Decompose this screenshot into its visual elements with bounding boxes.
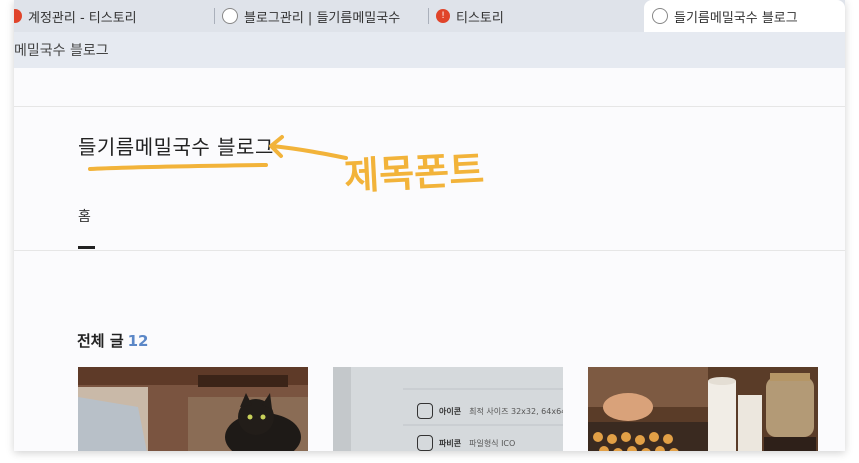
document-row: 파비콘 파일형식 ICO (417, 435, 515, 451)
tab-separator (428, 8, 429, 24)
tab-account[interactable]: 계정관리 - 티스토리 (14, 0, 214, 32)
annotation-label: 제목폰트 (343, 146, 486, 199)
cat-laptop-photo (78, 367, 308, 451)
address-text: 메밀국수 블로그 (14, 43, 109, 59)
tab-label: 블로그관리 | 들기름메밀국수 (244, 10, 401, 26)
tab-blog-active[interactable]: 들기름메밀국수 블로그 (644, 0, 845, 32)
tab-separator (214, 8, 215, 24)
blog-title[interactable]: 들기름메밀국수 블로그 (78, 131, 274, 160)
posts-count: 12 (127, 332, 149, 350)
bakery-photo (588, 367, 818, 451)
annotation-underline (88, 163, 268, 171)
nav-divider (14, 250, 845, 251)
tab-label: 들기름메밀국수 블로그 (674, 10, 798, 26)
document-row-label: 파비콘 (439, 438, 462, 448)
tab-blog-admin[interactable]: 블로그관리 | 들기름메밀국수 (222, 0, 422, 32)
tab-tistory[interactable]: ! 티스토리 (436, 0, 636, 32)
dog-face-icon (417, 403, 433, 419)
tistory-icon (14, 9, 22, 23)
document-row: 아이콘 최적 사이즈 32x32, 64x64 / 파일 (417, 403, 563, 419)
annotation-arrow-icon (269, 135, 348, 160)
document-row-label: 아이콘 (439, 406, 462, 416)
dog-face-icon (417, 435, 433, 451)
document-row-desc: 최적 사이즈 32x32, 64x64 / 파일 (469, 406, 563, 416)
tistory-icon: ! (436, 9, 450, 23)
tab-bar: 계정관리 - 티스토리 블로그관리 | 들기름메밀국수 ! 티스토리 들기름메밀… (14, 0, 845, 32)
address-bar[interactable]: 메밀국수 블로그 (14, 32, 845, 68)
tab-label: 계정관리 - 티스토리 (28, 10, 137, 26)
document-row-desc: 파일형식 ICO (469, 438, 516, 448)
nav-item-home[interactable]: 홈 (78, 206, 91, 226)
posts-heading: 전체 글 12 (77, 330, 149, 351)
posts-heading-label: 전체 글 (77, 332, 124, 350)
blog-icon (222, 8, 238, 24)
nav-active-indicator (78, 246, 95, 249)
post-thumbnail-bakery[interactable] (588, 367, 818, 451)
post-thumbnail-document[interactable]: 아이콘 최적 사이즈 32x32, 64x64 / 파일 파비콘 파일형식 IC… (333, 367, 563, 451)
blog-icon (652, 8, 668, 24)
header-divider (14, 106, 845, 107)
tab-label: 티스토리 (456, 10, 504, 26)
browser-window: 계정관리 - 티스토리 블로그관리 | 들기름메밀국수 ! 티스토리 들기름메밀… (14, 0, 845, 451)
post-thumbnail-cat-laptop[interactable] (78, 367, 308, 451)
